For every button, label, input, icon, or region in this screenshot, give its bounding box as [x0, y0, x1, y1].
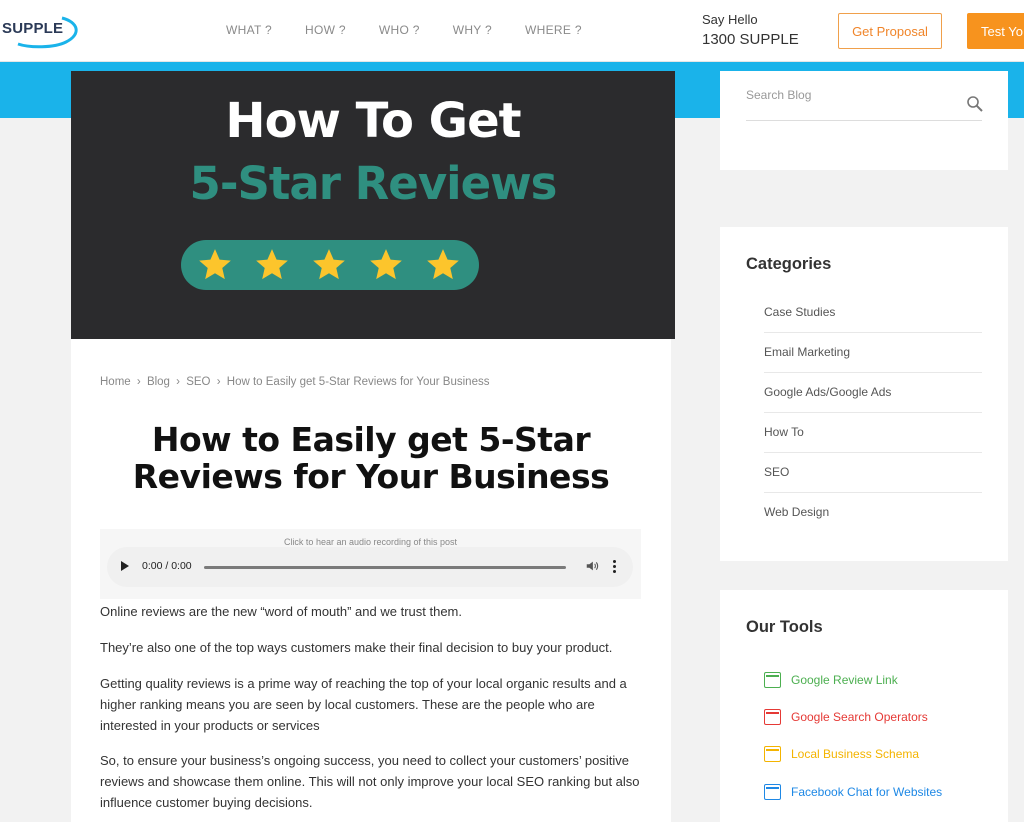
hero-title-line2: 5-Star Reviews [189, 157, 558, 210]
breadcrumb-separator: › [216, 376, 221, 388]
audio-time: 0:00 / 0:00 [142, 560, 192, 572]
search-icon[interactable] [966, 95, 984, 113]
nav-why[interactable]: WHY ? [453, 23, 492, 37]
tool-link-search-operators[interactable]: Google Search Operators [764, 707, 928, 727]
category-link[interactable]: SEO [764, 453, 982, 493]
supple-logo[interactable]: SUPPLE [0, 12, 84, 50]
logo-text: SUPPLE [2, 20, 64, 37]
category-link[interactable]: Web Design [764, 493, 982, 533]
tool-label: Local Business Schema [791, 747, 920, 761]
search-input[interactable]: Search Blog [746, 85, 982, 121]
contact-block: Say Hello 1300 SUPPLE [702, 12, 799, 48]
breadcrumb: Home › Blog › SEO › How to Easily get 5-… [100, 376, 492, 388]
star-icon [199, 249, 231, 280]
paragraph: Getting quality reviews is a prime way o… [100, 676, 627, 733]
nav-what[interactable]: WHAT ? [226, 23, 272, 37]
site-header: SUPPLE WHAT ? HOW ? WHO ? WHY ? WHERE ? … [0, 0, 1024, 62]
audio-section: Click to hear an audio recording of this… [100, 529, 641, 599]
audio-player: 0:00 / 0:00 [107, 547, 633, 587]
breadcrumb-separator: › [176, 376, 181, 388]
test-button[interactable]: Test Yo [967, 13, 1024, 49]
category-link[interactable]: How To [764, 413, 982, 453]
phone-number[interactable]: 1300 SUPPLE [702, 31, 799, 48]
article-title-line1: How to Easily get 5-Star [151, 420, 591, 459]
filter-tool-icon [764, 709, 781, 725]
play-icon[interactable] [121, 561, 129, 571]
categories-title: Categories [746, 255, 832, 273]
breadcrumb-home[interactable]: Home [100, 376, 131, 388]
get-proposal-button[interactable]: Get Proposal [838, 13, 942, 49]
tool-label: Google Review Link [791, 673, 898, 687]
article-title-line2: Reviews for Your Business [132, 457, 610, 496]
tool-link-google-review[interactable]: Google Review Link [764, 670, 898, 690]
search-widget: Search Blog [720, 71, 1008, 170]
nav-where[interactable]: WHERE ? [525, 23, 582, 37]
categories-list: Case Studies Email Marketing Google Ads/… [764, 293, 982, 533]
schema-tool-icon [764, 746, 781, 762]
volume-icon[interactable] [585, 559, 599, 573]
article-card: Home › Blog › SEO › How to Easily get 5-… [71, 339, 671, 822]
audio-progress-bar[interactable] [204, 566, 566, 569]
paragraph: Online reviews are the new “word of mout… [100, 604, 462, 619]
breadcrumb-current: How to Easily get 5-Star Reviews for You… [226, 376, 490, 388]
breadcrumb-blog[interactable]: Blog [147, 376, 170, 388]
nav-how[interactable]: HOW ? [305, 23, 346, 37]
hero-image: How To Get 5-Star Reviews [71, 71, 675, 339]
tool-link-local-schema[interactable]: Local Business Schema [764, 744, 919, 764]
category-link[interactable]: Case Studies [764, 293, 982, 333]
star-tool-icon [764, 672, 781, 688]
tools-title: Our Tools [746, 618, 823, 636]
category-link[interactable]: Email Marketing [764, 333, 982, 373]
breadcrumb-separator: › [136, 376, 141, 388]
star-icon [370, 249, 402, 280]
paragraph: They’re also one of the top ways custome… [100, 640, 613, 655]
more-options-icon[interactable] [613, 560, 617, 574]
star-icon [256, 249, 288, 280]
categories-widget: Categories Case Studies Email Marketing … [720, 227, 1008, 561]
audio-caption: Click to hear an audio recording of this… [283, 537, 458, 547]
article-title: How to Easily get 5-Star Reviews for You… [101, 421, 641, 495]
hero-title-line1: How To Get [225, 93, 521, 149]
chat-tool-icon [764, 784, 781, 800]
stars-pill [181, 240, 479, 290]
star-icon [427, 249, 459, 280]
tool-label: Facebook Chat for Websites [791, 785, 943, 799]
category-link[interactable]: Google Ads/Google Ads [764, 373, 982, 413]
star-icon [313, 249, 345, 280]
breadcrumb-seo[interactable]: SEO [186, 376, 210, 388]
tools-widget: Our Tools Google Review Link Google Sear… [720, 590, 1008, 822]
say-hello-label: Say Hello [702, 12, 758, 27]
nav-who[interactable]: WHO ? [379, 23, 420, 37]
tool-link-facebook-chat[interactable]: Facebook Chat for Websites [764, 782, 942, 802]
paragraph: So, to ensure your business’s ongoing su… [100, 753, 640, 810]
main-nav: WHAT ? HOW ? WHO ? WHY ? WHERE ? [226, 23, 615, 37]
tool-label: Google Search Operators [791, 710, 928, 724]
